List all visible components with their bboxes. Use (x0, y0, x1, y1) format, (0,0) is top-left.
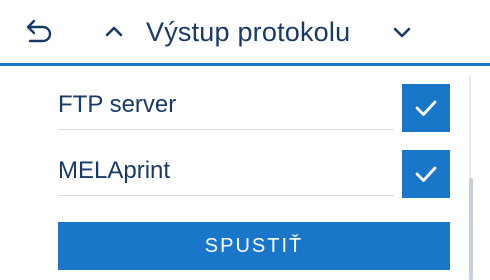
page-title: Výstup protokolu (146, 17, 351, 47)
header-bar: Výstup protokolu (0, 0, 490, 66)
setting-row-melaprint: MELAprint (58, 146, 450, 198)
checkmark-icon (415, 166, 437, 182)
back-button[interactable] (22, 14, 58, 50)
protocol-output-screen: Výstup protokolu FTP server MELAprint SP… (0, 0, 490, 280)
undo-arrow-icon (26, 19, 52, 43)
chevron-down-icon (393, 27, 411, 38)
checkmark-icon (415, 100, 437, 116)
scrollbar-thumb[interactable] (469, 178, 473, 280)
start-button[interactable]: SPUSTIŤ (58, 222, 450, 270)
previous-button[interactable] (96, 14, 132, 50)
next-button[interactable] (384, 14, 420, 50)
settings-list: FTP server MELAprint SPUSTIŤ (0, 66, 490, 280)
setting-label-melaprint: MELAprint (58, 146, 394, 196)
chevron-up-icon (105, 26, 123, 37)
ftp-server-checkbox[interactable] (402, 84, 450, 132)
melaprint-checkbox[interactable] (402, 150, 450, 198)
setting-row-ftp-server: FTP server (58, 80, 450, 132)
setting-label-ftp-server: FTP server (58, 80, 394, 130)
